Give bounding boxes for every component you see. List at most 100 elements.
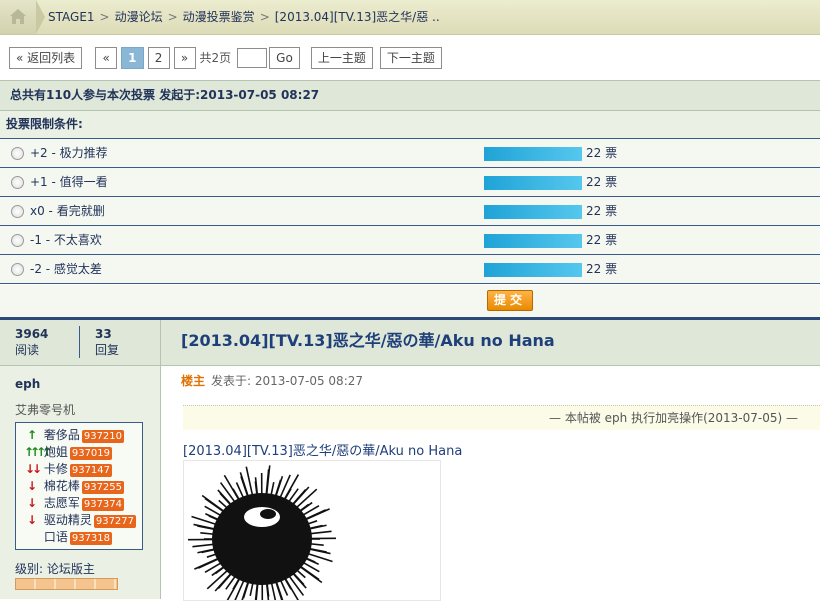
medal-name: 驱动精灵 bbox=[44, 513, 92, 527]
poll-option: +1 - 值得一看 22 票 bbox=[0, 168, 820, 197]
poll-submit-button[interactable]: 提交 bbox=[487, 290, 533, 311]
medal-tag: 937210 bbox=[82, 430, 124, 443]
breadcrumb: STAGE1 > 动漫论坛 > 动漫投票鉴赏 > [2013.04][TV.13]恶之华/惡… bbox=[0, 0, 820, 35]
breadcrumb-separator: > bbox=[168, 10, 178, 24]
medal-item: ↑↑↑↑ 炮姐937019 bbox=[24, 444, 112, 461]
highlight-note-text: — 本帖被 eph 执行加亮操作(2013-07-05) — bbox=[549, 411, 820, 425]
medal-item: ↓ 棉花棒937255 bbox=[24, 478, 124, 495]
post-date: 发表于: 2013-07-05 08:27 bbox=[211, 374, 363, 388]
medal-tag: 937318 bbox=[70, 532, 112, 545]
poll-vote-count: 22 票 bbox=[586, 197, 617, 225]
poll-vote-count: 22 票 bbox=[586, 255, 617, 283]
post-image[interactable] bbox=[183, 460, 441, 601]
replies-label: 回复 bbox=[95, 343, 119, 357]
op-badge: 楼主 bbox=[181, 374, 205, 388]
breadcrumb-chevron bbox=[36, 0, 45, 34]
username[interactable]: eph bbox=[15, 377, 40, 391]
poll-vote-count: 22 票 bbox=[586, 139, 617, 167]
poll-option-radio[interactable] bbox=[11, 147, 24, 160]
breadcrumb-poll-board[interactable]: 动漫投票鉴赏 bbox=[183, 10, 255, 24]
user-sidebar: 3964 阅读 33 回复 eph 艾弗零号机 ↑ 奢侈品937210 ↑↑↑↑… bbox=[0, 320, 161, 599]
medal-item: ↓↓ 卡修937147 bbox=[24, 461, 112, 478]
home-icon bbox=[9, 8, 27, 25]
poll-option-radio[interactable] bbox=[11, 234, 24, 247]
user-level: 级别: 论坛版主 bbox=[15, 560, 95, 577]
poll-option: +2 - 极力推荐 22 票 bbox=[0, 139, 820, 168]
level-stars bbox=[15, 578, 118, 590]
medal-tag: 937019 bbox=[70, 447, 112, 460]
views-count: 3964 bbox=[15, 326, 48, 342]
next-page-button[interactable]: » bbox=[174, 47, 196, 69]
poll-limit-label: 投票限制条件: bbox=[0, 111, 820, 139]
page-jump-input[interactable] bbox=[237, 48, 267, 68]
medal-name: 炮姐 bbox=[44, 445, 68, 459]
post-title: [2013.04][TV.13]恶之华/惡の華/Aku no Hana bbox=[183, 440, 462, 459]
medal-name: 口语 bbox=[44, 530, 68, 544]
poll-option-radio[interactable] bbox=[11, 176, 24, 189]
thread-title: [2013.04][TV.13]恶之华/惡の華/Aku no Hana bbox=[181, 320, 555, 362]
next-topic-button[interactable]: 下一主题 bbox=[380, 47, 442, 69]
arrow-down-icon: ↓ bbox=[24, 495, 40, 512]
arrow-up-icon: ↑ bbox=[24, 427, 40, 444]
poll-option-label: -1 - 不太喜欢 bbox=[30, 226, 102, 254]
thread-header: [2013.04][TV.13]恶之华/惡の華/Aku no Hana bbox=[161, 320, 820, 366]
poll-vote-count: 22 票 bbox=[586, 168, 617, 196]
breadcrumb-current-thread[interactable]: [2013.04][TV.13]恶之华/惡 .. bbox=[275, 10, 440, 24]
go-button[interactable]: Go bbox=[269, 47, 300, 69]
page-1-button[interactable]: 1 bbox=[121, 47, 143, 69]
poll-summary: 总共有110人参与本次投票 发起于:2013-07-05 08:27 bbox=[0, 80, 820, 111]
replies-count: 33 bbox=[95, 326, 119, 342]
poll-vote-bar bbox=[484, 147, 582, 161]
views-label: 阅读 bbox=[15, 343, 39, 357]
medal-name: 棉花棒 bbox=[44, 479, 80, 493]
prev-topic-button[interactable]: 上一主题 bbox=[311, 47, 373, 69]
poll-option: -2 - 感觉太差 22 票 bbox=[0, 255, 820, 284]
arrow-up-icon: ↑↑↑↑ bbox=[24, 444, 40, 461]
poll-vote-bar bbox=[484, 176, 582, 190]
medal-tag: 937277 bbox=[94, 515, 136, 528]
poll-option-label: +2 - 极力推荐 bbox=[30, 139, 108, 167]
post-meta: 楼主发表于: 2013-07-05 08:27 bbox=[181, 372, 363, 389]
spiky-ball-image bbox=[184, 461, 440, 600]
breadcrumb-separator: > bbox=[260, 10, 270, 24]
arrow-down-icon: ↓ bbox=[24, 478, 40, 495]
arrow-down-icon: ↓ bbox=[24, 512, 40, 529]
medal-name: 奢侈品 bbox=[44, 428, 80, 442]
thread-stats: 3964 阅读 33 回复 bbox=[0, 320, 160, 366]
page-2-button[interactable]: 2 bbox=[148, 47, 170, 69]
poll-vote-bar bbox=[484, 205, 582, 219]
prev-page-button[interactable]: « bbox=[95, 47, 117, 69]
medal-item: 口语937318 bbox=[24, 529, 112, 546]
medal-list: ↑ 奢侈品937210 ↑↑↑↑ 炮姐937019 ↓↓ 卡修937147 ↓ … bbox=[15, 422, 143, 550]
highlight-note: — 本帖被 eph 执行加亮操作(2013-07-05) — bbox=[183, 405, 820, 430]
user-title: 艾弗零号机 bbox=[15, 401, 75, 418]
home-link[interactable] bbox=[0, 0, 36, 34]
breadcrumb-separator: > bbox=[100, 10, 110, 24]
breadcrumb-stage1[interactable]: STAGE1 bbox=[48, 10, 95, 24]
poll-option: x0 - 看完就删 22 票 bbox=[0, 197, 820, 226]
poll-option-label: x0 - 看完就删 bbox=[30, 197, 105, 225]
poll-vote-bar bbox=[484, 234, 582, 248]
medal-item: ↓ 驱动精灵937277 bbox=[24, 512, 136, 529]
breadcrumb-anime-forum[interactable]: 动漫论坛 bbox=[115, 10, 163, 24]
medal-name: 卡修 bbox=[44, 462, 68, 476]
medal-tag: 937147 bbox=[70, 464, 112, 477]
views-stat: 3964 阅读 bbox=[15, 326, 48, 358]
poll-vote-bar bbox=[484, 263, 582, 277]
poll-submit-row: 提交 bbox=[0, 285, 820, 320]
medal-name: 志愿军 bbox=[44, 496, 80, 510]
poll-option-label: +1 - 值得一看 bbox=[30, 168, 108, 196]
poll-option-label: -2 - 感觉太差 bbox=[30, 255, 102, 283]
poll-option-radio[interactable] bbox=[11, 205, 24, 218]
arrow-down-icon: ↓↓ bbox=[24, 461, 40, 478]
back-to-list-button[interactable]: « 返回列表 bbox=[9, 47, 82, 69]
poll-vote-count: 22 票 bbox=[586, 226, 617, 254]
poll-option-radio[interactable] bbox=[11, 263, 24, 276]
stats-divider bbox=[79, 326, 80, 358]
pager: « 返回列表 « 1 2 » 共2页 Go 上一主题 下一主题 bbox=[9, 46, 442, 69]
medal-tag: 937255 bbox=[82, 481, 124, 494]
total-pages: 共2页 bbox=[200, 49, 232, 66]
poll-option: -1 - 不太喜欢 22 票 bbox=[0, 226, 820, 255]
medal-item: ↑ 奢侈品937210 bbox=[24, 427, 124, 444]
medal-item: ↓ 志愿军937374 bbox=[24, 495, 124, 512]
